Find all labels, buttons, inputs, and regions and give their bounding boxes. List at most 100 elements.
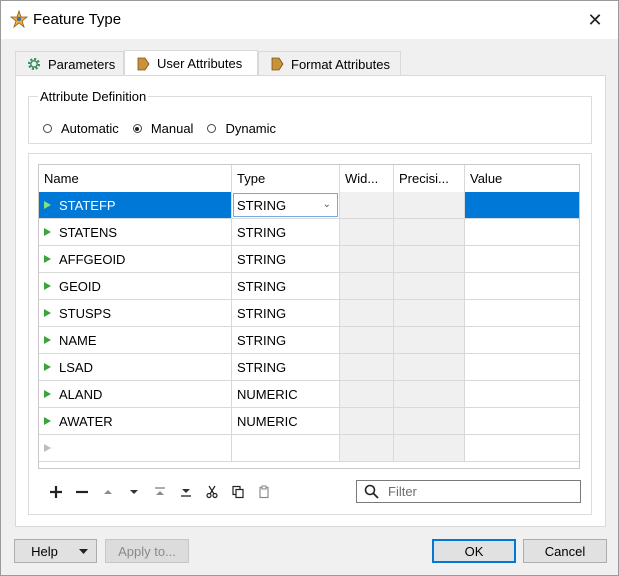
- table-row[interactable]: ALAND NUMERIC: [39, 381, 579, 408]
- name-cell[interactable]: LSAD: [39, 354, 232, 381]
- radio-dot: [43, 124, 52, 133]
- radio-manual[interactable]: Manual: [132, 121, 193, 136]
- fme-app-icon: [10, 10, 28, 28]
- cut-button[interactable]: [199, 482, 225, 502]
- attribute-definition-options: Automatic Manual Dynamic: [43, 121, 290, 136]
- table-row[interactable]: GEOID STRING: [39, 273, 579, 300]
- radio-dynamic[interactable]: Dynamic: [207, 121, 276, 136]
- table-row[interactable]: LSAD STRING: [39, 354, 579, 381]
- type-cell[interactable]: STRING: [232, 273, 340, 300]
- apply-to-button[interactable]: Apply to...: [105, 539, 189, 563]
- name-cell[interactable]: STUSPS: [39, 300, 232, 327]
- cancel-button[interactable]: Cancel: [523, 539, 607, 563]
- table-row[interactable]: STUSPS STRING: [39, 300, 579, 327]
- value-cell[interactable]: [465, 408, 579, 435]
- precision-cell: [394, 381, 465, 408]
- type-cell[interactable]: STRING: [232, 219, 340, 246]
- width-cell: [340, 408, 394, 435]
- add-button[interactable]: [43, 482, 69, 502]
- paste-button[interactable]: [251, 482, 277, 502]
- tab-format-attributes[interactable]: Format Attributes: [258, 51, 401, 76]
- copy-button[interactable]: [225, 482, 251, 502]
- column-header-name[interactable]: Name: [39, 165, 232, 192]
- value-cell[interactable]: [465, 273, 579, 300]
- column-header-precision[interactable]: Precisi...: [394, 165, 465, 192]
- attribute-name: AFFGEOID: [59, 251, 126, 267]
- attribute-name: STATEFP: [59, 197, 116, 213]
- row-indicator-icon: [44, 417, 51, 425]
- value-cell[interactable]: [465, 219, 579, 246]
- radio-automatic-label: Automatic: [61, 121, 119, 136]
- value-cell[interactable]: [465, 354, 579, 381]
- value-cell[interactable]: [465, 327, 579, 354]
- table-row[interactable]: STATENS STRING: [39, 219, 579, 246]
- type-dropdown[interactable]: STRING ⌄: [233, 193, 338, 217]
- value-cell[interactable]: [465, 246, 579, 273]
- type-cell[interactable]: NUMERIC: [232, 408, 340, 435]
- width-cell: [340, 300, 394, 327]
- close-button[interactable]: ✕: [572, 1, 618, 39]
- ok-button[interactable]: OK: [432, 539, 516, 563]
- gear-icon: [28, 58, 40, 70]
- table-header: Name Type Wid... Precisi... Value: [39, 165, 579, 192]
- filter-box[interactable]: [356, 480, 581, 503]
- column-header-value[interactable]: Value: [465, 165, 579, 192]
- move-down-button[interactable]: [121, 482, 147, 502]
- type-cell[interactable]: STRING: [232, 354, 340, 381]
- name-cell[interactable]: ALAND: [39, 381, 232, 408]
- name-cell[interactable]: AFFGEOID: [39, 246, 232, 273]
- name-cell[interactable]: STATENS: [39, 219, 232, 246]
- type-cell[interactable]: STRING: [232, 300, 340, 327]
- type-cell[interactable]: NUMERIC: [232, 381, 340, 408]
- caret-down-icon: [79, 549, 88, 554]
- type-cell[interactable]: STRING: [232, 327, 340, 354]
- table-row[interactable]: AWATER NUMERIC: [39, 408, 579, 435]
- table-row[interactable]: STATEFP STRING ⌄: [39, 192, 579, 219]
- precision-cell: [394, 192, 465, 219]
- filter-input[interactable]: [386, 483, 566, 500]
- attribute-definition-group: Attribute Definition Automatic Manual Dy…: [28, 89, 592, 144]
- help-button[interactable]: Help: [14, 539, 97, 563]
- type-cell[interactable]: [232, 435, 340, 462]
- attribute-arrow-icon: [137, 57, 150, 70]
- move-up-button[interactable]: [95, 482, 121, 502]
- type-cell[interactable]: STRING ⌄: [232, 192, 340, 219]
- table-row-new[interactable]: [39, 435, 579, 462]
- type-cell[interactable]: STRING: [232, 246, 340, 273]
- move-up-icon: [104, 490, 112, 494]
- name-cell[interactable]: NAME: [39, 327, 232, 354]
- radio-dot-checked: [132, 124, 142, 133]
- value-cell[interactable]: [465, 192, 579, 219]
- tab-user-attributes-label: User Attributes: [157, 56, 243, 71]
- row-indicator-icon: [44, 390, 51, 398]
- name-cell[interactable]: GEOID: [39, 273, 232, 300]
- row-indicator-icon: [44, 363, 51, 371]
- tab-user-attributes[interactable]: User Attributes: [124, 50, 258, 76]
- width-cell: [340, 219, 394, 246]
- name-cell[interactable]: [39, 435, 232, 462]
- attribute-name: ALAND: [59, 386, 103, 402]
- attribute-name: NAME: [59, 332, 97, 348]
- value-cell[interactable]: [465, 435, 579, 462]
- value-cell[interactable]: [465, 381, 579, 408]
- new-row-indicator-icon: [44, 444, 51, 452]
- column-header-width[interactable]: Wid...: [340, 165, 394, 192]
- tab-parameters[interactable]: Parameters: [15, 51, 124, 76]
- tab-parameters-label: Parameters: [48, 56, 116, 72]
- move-top-button[interactable]: [147, 482, 173, 502]
- table-row[interactable]: AFFGEOID STRING: [39, 246, 579, 273]
- title-bar: Feature Type ✕: [1, 1, 618, 39]
- value-cell[interactable]: [465, 300, 579, 327]
- name-cell[interactable]: AWATER: [39, 408, 232, 435]
- name-cell[interactable]: STATEFP: [39, 192, 232, 219]
- row-indicator-icon: [44, 201, 51, 209]
- remove-button[interactable]: [69, 482, 95, 502]
- radio-automatic[interactable]: Automatic: [43, 121, 119, 136]
- column-header-type[interactable]: Type: [232, 165, 340, 192]
- move-bottom-button[interactable]: [173, 482, 199, 502]
- attribute-name: GEOID: [59, 278, 101, 294]
- row-indicator-icon: [44, 309, 51, 317]
- tab-format-attributes-label: Format Attributes: [291, 56, 390, 72]
- table-row[interactable]: NAME STRING: [39, 327, 579, 354]
- row-indicator-icon: [44, 282, 51, 290]
